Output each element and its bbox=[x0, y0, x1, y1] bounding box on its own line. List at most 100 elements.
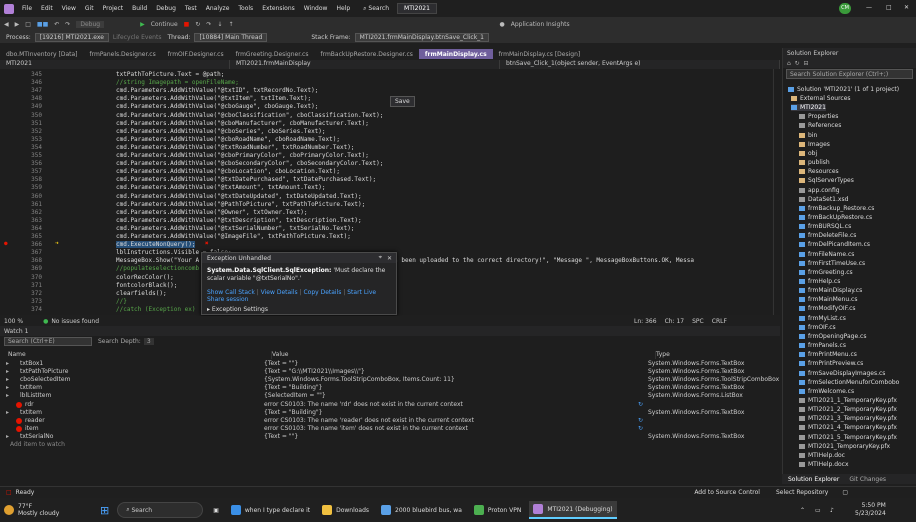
menu-file[interactable]: File bbox=[22, 5, 32, 12]
step-over-icon[interactable]: ↷ bbox=[206, 21, 211, 28]
solution-explorer-item[interactable]: MTI2021_2_TemporaryKey.pfx bbox=[799, 406, 897, 413]
select-repository-button[interactable]: Select Repository bbox=[776, 489, 828, 496]
taskbar-app[interactable]: MTI2021 (Debugging) bbox=[529, 501, 617, 519]
solution-explorer-item[interactable]: DataSet1.xsd bbox=[799, 196, 848, 203]
solution-explorer-item[interactable]: bin bbox=[799, 132, 817, 139]
taskbar-app[interactable]: Proton VPN bbox=[470, 501, 525, 519]
solution-explorer-item[interactable]: frmGreeting.cs bbox=[799, 269, 853, 276]
search-depth-dropdown[interactable]: 3 bbox=[143, 338, 154, 345]
watch-column-header[interactable]: Value bbox=[272, 351, 656, 359]
task-view-icon[interactable]: ▣ bbox=[209, 501, 223, 519]
taskbar-app[interactable]: Downloads bbox=[318, 501, 373, 519]
solution-explorer-tab[interactable]: Git Changes bbox=[849, 476, 886, 483]
solution-explorer-item[interactable]: frmDeleteFile.cs bbox=[799, 232, 856, 239]
breakpoint-icon[interactable]: ● bbox=[4, 240, 8, 247]
project-dropdown[interactable]: MTI2021 bbox=[0, 60, 230, 69]
step-into-icon[interactable]: ↓ bbox=[217, 21, 222, 28]
watch-row[interactable]: item error CS0103: The name 'item' does n… bbox=[0, 425, 780, 433]
solution-explorer-item[interactable]: Properties bbox=[799, 113, 838, 120]
solution-explorer-item[interactable]: frmFirstTimeUse.cs bbox=[799, 260, 865, 267]
document-tab[interactable]: frmBackUpRestore.Designer.cs bbox=[314, 49, 418, 59]
solution-explorer-item[interactable]: frmDelPicandItem.cs bbox=[799, 241, 870, 248]
menu-git[interactable]: Git bbox=[85, 5, 94, 12]
watch-search-input[interactable]: Search (Ctrl+E) bbox=[4, 337, 92, 346]
process-dropdown[interactable]: [19216] MTI2021.exe bbox=[34, 32, 109, 42]
watch-value[interactable]: {Text = "Building"} bbox=[264, 409, 322, 416]
redo-icon[interactable]: ↷ bbox=[65, 21, 70, 28]
solution-explorer-item[interactable]: frmBURSQL.cs bbox=[799, 223, 851, 230]
watch-column-header[interactable]: Name bbox=[8, 351, 272, 359]
solution-explorer-item[interactable]: frmOIF.cs bbox=[799, 324, 836, 331]
menu-tools[interactable]: Tools bbox=[238, 5, 253, 12]
watch-name[interactable]: reader bbox=[25, 417, 45, 424]
document-tab[interactable]: frmPanels.Designer.cs bbox=[84, 49, 162, 59]
solution-explorer-item[interactable]: SqlServerTypes bbox=[799, 177, 854, 184]
menu-project[interactable]: Project bbox=[103, 5, 124, 12]
document-tab[interactable]: dbo.MTInventory [Data] bbox=[0, 49, 84, 59]
refresh-value-icon[interactable]: ↻ bbox=[638, 401, 643, 408]
menu-analyze[interactable]: Analyze bbox=[206, 5, 230, 12]
solution-explorer-item[interactable]: frmFileName.cs bbox=[799, 251, 854, 258]
home-icon[interactable]: ⌂ bbox=[787, 60, 791, 67]
exception-link[interactable]: View Details bbox=[261, 289, 298, 296]
code-line[interactable]: cmd.Parameters.AddWithValue("@txtItem", … bbox=[116, 95, 311, 102]
watch-row[interactable]: ▸ cboSelectedItem {System.Windows.Forms.To… bbox=[0, 376, 780, 384]
watch-row[interactable]: rdr error CS0103: The name 'rdr' does not… bbox=[0, 401, 780, 409]
solution-explorer-item[interactable]: frmMainDisplay.cs bbox=[799, 287, 862, 294]
refresh-value-icon[interactable]: ↻ bbox=[638, 417, 643, 424]
code-line[interactable]: //catch (Exception ex) bbox=[116, 306, 195, 313]
exception-marker-icon[interactable]: ✖ bbox=[205, 240, 209, 247]
code-line[interactable]: cmd.Parameters.AddWithValue("@cboClassif… bbox=[116, 112, 383, 119]
issues-indicator[interactable]: No issues found bbox=[51, 318, 99, 325]
document-tab[interactable]: frmMainDisplay.cs [Design] bbox=[493, 49, 587, 59]
forward-icon[interactable]: ▶ bbox=[15, 21, 20, 28]
menu-extensions[interactable]: Extensions bbox=[262, 5, 295, 12]
menu-edit[interactable]: Edit bbox=[41, 5, 53, 12]
refresh-value-icon[interactable]: ↻ bbox=[638, 425, 643, 432]
watch-value[interactable]: error CS0103: The name 'reader' does not… bbox=[264, 417, 474, 424]
taskbar-app[interactable]: 2000 bluebird bus, wa bbox=[377, 501, 466, 519]
solution-explorer-item[interactable]: frmHelp.cs bbox=[799, 278, 840, 285]
watch-name[interactable]: item bbox=[25, 425, 39, 432]
watch-name[interactable]: txtSerialNo bbox=[20, 433, 53, 440]
solution-node[interactable]: Solution 'MTI2021' (1 of 1 project) bbox=[788, 86, 899, 93]
expand-icon[interactable]: ▸ bbox=[6, 360, 9, 367]
watch-name[interactable]: lblListItem bbox=[20, 392, 51, 399]
solution-explorer-item[interactable]: MTI2021_5_TemporaryKey.pfx bbox=[799, 434, 897, 441]
back-icon[interactable]: ◀ bbox=[4, 21, 9, 28]
watch-row[interactable]: ▸ txtBox1 {Text = ""} System.Windows.Forms.… bbox=[0, 360, 780, 368]
expand-icon[interactable]: ▸ bbox=[6, 368, 9, 375]
solution-explorer-item[interactable]: frmBackUpRestore.cs bbox=[799, 214, 872, 221]
expand-icon[interactable]: ▸ bbox=[6, 392, 9, 399]
code-line[interactable]: cmd.Parameters.AddWithValue("@txtDatePur… bbox=[116, 176, 376, 183]
taskbar-search[interactable]: ⌕ Search bbox=[117, 502, 204, 518]
solution-explorer-item[interactable]: MTI2021 bbox=[791, 104, 826, 112]
solution-explorer-item[interactable]: frmWelcome.cs bbox=[799, 388, 854, 395]
watch-value[interactable]: {System.Windows.Forms.ToolStripComboBox,… bbox=[264, 376, 455, 383]
solution-explorer-tab[interactable]: Solution Explorer bbox=[788, 476, 839, 483]
menu-view[interactable]: View bbox=[62, 5, 76, 12]
code-line[interactable]: cmd.Parameters.AddWithValue("@cboManufac… bbox=[116, 120, 369, 127]
solution-explorer-item[interactable]: MTIHelp.doc bbox=[799, 452, 845, 459]
solution-explorer-item[interactable]: External Sources bbox=[791, 95, 851, 102]
watch-value[interactable]: {Text = ""} bbox=[264, 360, 298, 367]
stack-frame-dropdown[interactable]: MTI2021.frmMainDisplay.btnSave_Click_1 bbox=[354, 32, 489, 42]
solution-explorer-item[interactable]: frmBackup_Restore.cs bbox=[799, 205, 874, 212]
document-tab[interactable]: frmMainDisplay.cs bbox=[418, 49, 493, 59]
solution-explorer-item[interactable]: MTIHelp.docx bbox=[799, 461, 849, 468]
code-line[interactable]: cmd.Parameters.AddWithValue("@txtSerialN… bbox=[116, 225, 354, 232]
document-tab[interactable]: frmGreeting.Designer.cs bbox=[230, 49, 315, 59]
code-line[interactable]: clearfields(); bbox=[116, 290, 167, 297]
editor-vertical-scrollbar[interactable] bbox=[773, 69, 780, 315]
code-line[interactable]: cmd.Parameters.AddWithValue("@ImageFile"… bbox=[116, 233, 351, 240]
code-line[interactable]: cmd.Parameters.AddWithValue("@txtDateUpd… bbox=[116, 193, 362, 200]
method-dropdown[interactable]: btnSave_Click_1(object sender, EventArgs… bbox=[500, 60, 780, 69]
watch-name[interactable]: txtItem bbox=[20, 384, 42, 391]
expand-icon[interactable]: ▸ bbox=[6, 409, 9, 416]
exception-link[interactable]: Copy Details bbox=[303, 289, 341, 296]
solution-explorer-item[interactable]: frmMainMenu.cs bbox=[799, 296, 857, 303]
lifecycle-events-button[interactable]: Lifecycle Events bbox=[113, 34, 162, 41]
maximize-icon[interactable]: □ bbox=[886, 4, 892, 11]
code-line[interactable]: colorRecColor(); bbox=[116, 274, 174, 281]
network-icon[interactable]: ▭ bbox=[815, 507, 821, 514]
